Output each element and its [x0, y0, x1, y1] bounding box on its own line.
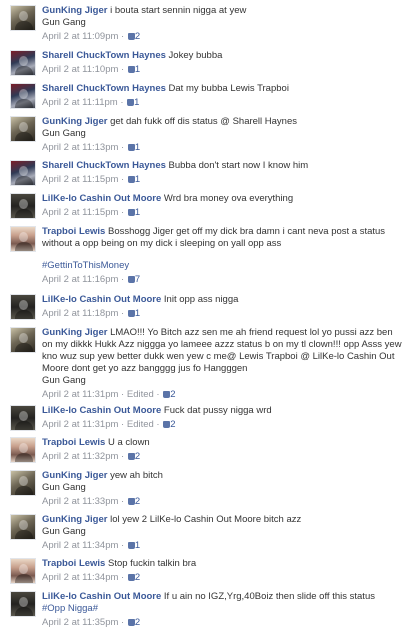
avatar[interactable]: [10, 405, 36, 431]
edited-label[interactable]: Edited: [127, 389, 154, 400]
comment-subtext: Gun Gang: [42, 17, 86, 28]
comment-text: i bouta start sennin nigga at yew: [110, 5, 247, 16]
thumbs-up-icon[interactable]: [127, 276, 135, 283]
comment-hashtag[interactable]: #Opp Nigga#: [42, 603, 405, 615]
comment-author[interactable]: GunKing Jiger: [42, 514, 107, 525]
comment-time[interactable]: April 2 at 11:13pm: [42, 142, 118, 153]
comment-time[interactable]: April 2 at 11:34pm: [42, 540, 118, 551]
comment-subtext: Gun Gang: [42, 375, 86, 386]
edited-label[interactable]: Edited: [127, 419, 154, 430]
comment-time[interactable]: April 2 at 11:10pm: [42, 64, 118, 75]
comment-thread: GunKing Jiger i bouta start sennin nigga…: [0, 0, 409, 628]
comment-subtext: Gun Gang: [42, 482, 86, 493]
avatar[interactable]: [10, 226, 36, 252]
comment-text: Jokey bubba: [168, 50, 223, 61]
comment-author[interactable]: Trapboi Lewis: [42, 226, 105, 237]
comment-time[interactable]: April 2 at 11:31pm: [42, 419, 118, 430]
comment-time[interactable]: April 2 at 11:16pm: [42, 274, 118, 285]
comment-text: Fuck dat pussy nigga wrd: [163, 405, 272, 416]
avatar[interactable]: [10, 470, 36, 496]
thumbs-up-icon[interactable]: [127, 498, 135, 505]
like-count[interactable]: 1: [135, 207, 140, 218]
comment-author[interactable]: Trapboi Lewis: [42, 437, 105, 448]
like-count[interactable]: 2: [135, 451, 140, 462]
like-count[interactable]: 2: [170, 389, 175, 400]
avatar[interactable]: [10, 5, 36, 31]
thumbs-up-icon[interactable]: [127, 574, 135, 581]
comment-author[interactable]: LilKe-lo Cashin Out Moore: [42, 193, 161, 204]
like-count[interactable]: 1: [135, 142, 140, 153]
like-count[interactable]: 1: [134, 97, 139, 108]
thumbs-up-icon[interactable]: [127, 209, 135, 216]
comment-time[interactable]: April 2 at 11:34pm: [42, 572, 118, 583]
thumbs-up-icon[interactable]: [127, 310, 135, 317]
thumbs-up-icon[interactable]: [127, 176, 135, 183]
avatar[interactable]: [10, 116, 36, 142]
comment-text: Wrd bra money ova everything: [163, 193, 294, 204]
comment-time[interactable]: April 2 at 11:32pm: [42, 451, 118, 462]
avatar[interactable]: [10, 160, 36, 186]
comment-author[interactable]: GunKing Jiger: [42, 470, 107, 481]
avatar[interactable]: [10, 437, 36, 463]
like-count[interactable]: 7: [135, 274, 140, 285]
avatar[interactable]: [10, 327, 36, 353]
thumbs-up-icon[interactable]: [127, 33, 135, 40]
comment-text: Dat my bubba Lewis Trapboi: [168, 83, 289, 94]
like-count[interactable]: 1: [135, 174, 140, 185]
comment-time[interactable]: April 2 at 11:18pm: [42, 308, 118, 319]
comment-text: lol yew 2 LilKe-lo Cashin Out Moore bitc…: [110, 514, 302, 525]
avatar[interactable]: [10, 294, 36, 320]
comment-time[interactable]: April 2 at 11:09pm: [42, 31, 118, 42]
comment-author[interactable]: GunKing Jiger: [42, 116, 107, 127]
thumbs-up-icon[interactable]: [127, 542, 135, 549]
comment-time[interactable]: April 2 at 11:15pm: [42, 174, 118, 185]
like-count[interactable]: 1: [135, 540, 140, 551]
comment-author[interactable]: GunKing Jiger: [42, 327, 107, 338]
comment-time[interactable]: April 2 at 11:35pm: [42, 617, 118, 628]
comment-subtext: Gun Gang: [42, 526, 86, 537]
comment-author[interactable]: LilKe-lo Cashin Out Moore: [42, 405, 161, 416]
comment-subtext: Gun Gang: [42, 128, 86, 139]
comment-author[interactable]: Sharell ChuckTown Haynes: [42, 50, 166, 61]
like-count[interactable]: 2: [170, 419, 175, 430]
thumbs-up-icon[interactable]: [127, 144, 135, 151]
comment-text: If u ain no IGZ,Yrg,40Boiz then slide of…: [163, 591, 375, 602]
avatar[interactable]: [10, 83, 36, 109]
like-count[interactable]: 2: [135, 572, 140, 583]
comment-text: Init opp ass nigga: [163, 294, 239, 305]
comment-text: yew ah bitch: [110, 470, 163, 481]
comment-author[interactable]: Sharell ChuckTown Haynes: [42, 160, 166, 171]
avatar[interactable]: [10, 514, 36, 540]
thumbs-up-icon[interactable]: [127, 453, 135, 460]
comment-time[interactable]: April 2 at 11:33pm: [42, 496, 118, 507]
like-count[interactable]: 2: [135, 496, 140, 507]
avatar[interactable]: [10, 591, 36, 617]
thumbs-up-icon[interactable]: [127, 66, 135, 73]
comment-text: Stop fuckin talkin bra: [108, 558, 197, 569]
thumbs-up-icon[interactable]: [127, 619, 135, 626]
like-count[interactable]: 1: [135, 64, 140, 75]
comment-author[interactable]: Trapboi Lewis: [42, 558, 105, 569]
like-count[interactable]: 1: [135, 308, 140, 319]
comment-text: get dah fukk off dis status @ Sharell Ha…: [110, 116, 297, 127]
like-count[interactable]: 2: [135, 31, 140, 42]
comment-text: U a clown: [108, 437, 150, 448]
comment-time[interactable]: April 2 at 11:31pm: [42, 389, 118, 400]
like-count[interactable]: 2: [135, 617, 140, 628]
avatar[interactable]: [10, 193, 36, 219]
comment-text: Bubba don't start now I know him: [168, 160, 309, 171]
comment-time[interactable]: April 2 at 11:15pm: [42, 207, 118, 218]
avatar[interactable]: [10, 558, 36, 584]
comment-author[interactable]: LilKe-lo Cashin Out Moore: [42, 591, 161, 602]
comment-author[interactable]: Sharell ChuckTown Haynes: [42, 83, 166, 94]
comment-author[interactable]: LilKe-lo Cashin Out Moore: [42, 294, 161, 305]
comment-author[interactable]: GunKing Jiger: [42, 5, 107, 16]
comment-time[interactable]: April 2 at 11:11pm: [42, 97, 118, 108]
comment-hashtag[interactable]: #GettinToThisMoney: [42, 260, 405, 272]
avatar[interactable]: [10, 50, 36, 76]
